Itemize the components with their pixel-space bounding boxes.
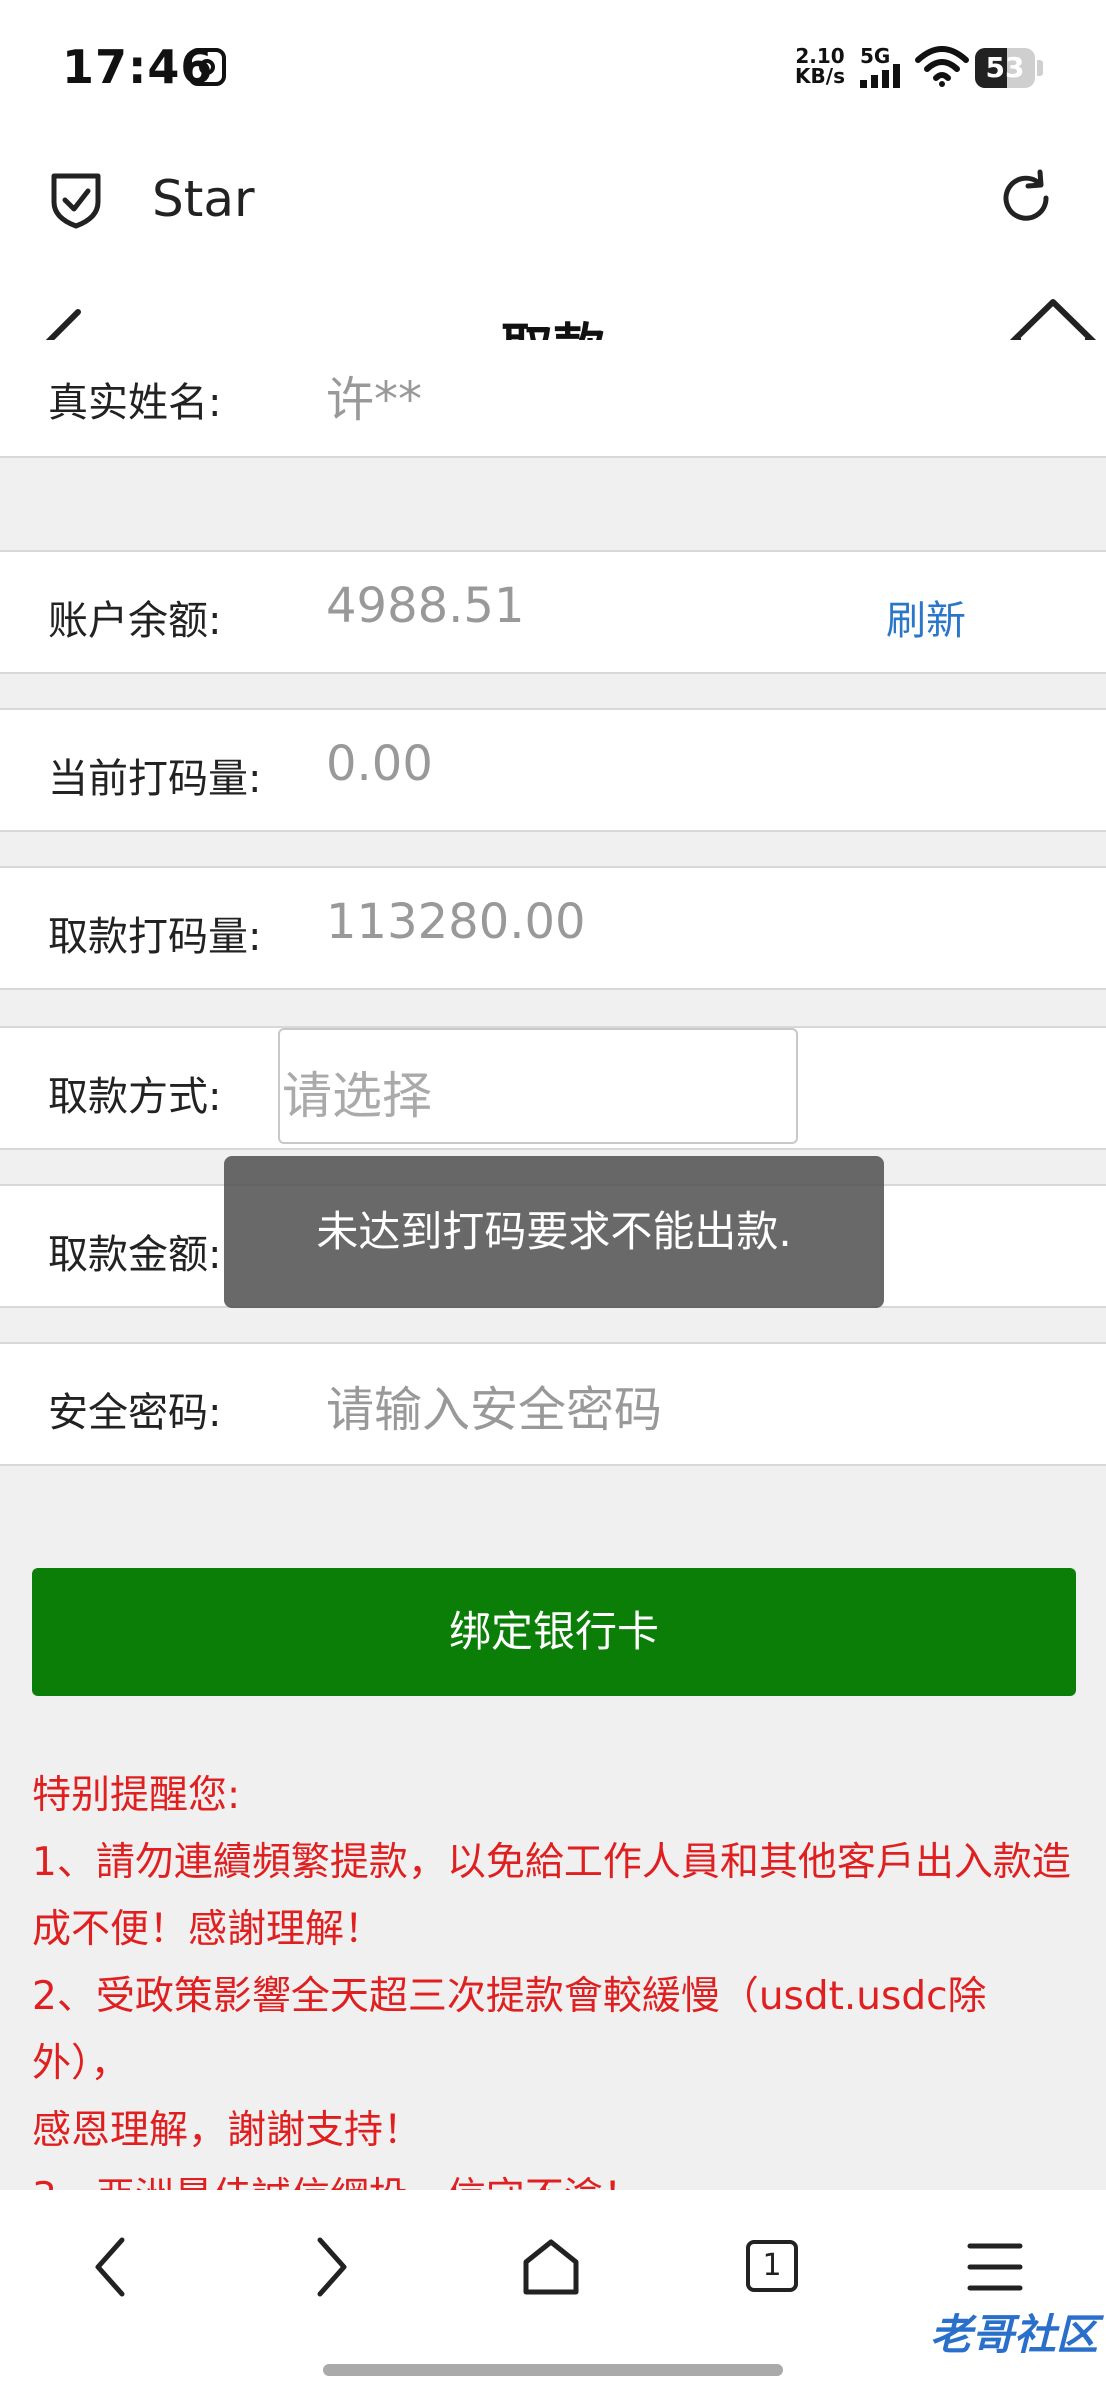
real-name-label: 真实姓名: bbox=[48, 380, 222, 426]
gesture-bar[interactable] bbox=[323, 2364, 783, 2376]
row-real-name: 真实姓名: 许** bbox=[0, 340, 1106, 458]
balance-value: 4988.51 bbox=[326, 578, 525, 634]
bind-bank-card-button[interactable]: 绑定银行卡 bbox=[32, 1568, 1076, 1696]
withdraw-bet-label: 取款打码量: bbox=[48, 914, 262, 960]
battery-cap bbox=[1037, 60, 1043, 76]
battery-icon: 53 bbox=[975, 48, 1035, 88]
withdraw-method-label: 取款方式: bbox=[48, 1074, 222, 1120]
wifi-icon bbox=[915, 46, 969, 87]
withdraw-form: 真实姓名: 许** 账户余额: 4988.51 刷新 当前打码量: 0.00 取… bbox=[0, 340, 1106, 1470]
nav-menu-icon[interactable] bbox=[966, 2240, 1024, 2294]
withdraw-bet-value: 113280.00 bbox=[326, 894, 586, 950]
notification-icon bbox=[188, 48, 226, 86]
real-name-value: 许** bbox=[326, 372, 423, 428]
row-security-password: 安全密码: 请输入安全密码 bbox=[0, 1342, 1106, 1466]
notice-text: 特别提醒您: 1、請勿連續頻繁提款，以免給工作人員和其他客戶出入款造 成不便！感… bbox=[32, 1762, 1082, 2231]
signal-icon bbox=[860, 64, 900, 88]
network-speed-value: 2.10 bbox=[795, 44, 845, 68]
site-title: Star bbox=[152, 170, 255, 228]
notice-line-1: 1、請勿連續頻繁提款，以免給工作人員和其他客戶出入款造 bbox=[32, 1840, 1071, 1885]
notice-line-2: 2、受政策影響全天超三次提款會較緩慢（usdt.usdc除外）， bbox=[32, 1974, 987, 2086]
refresh-balance-link[interactable]: 刷新 bbox=[886, 588, 966, 646]
network-speed: 2.10 KB/s bbox=[795, 46, 845, 86]
security-password-input[interactable]: 请输入安全密码 bbox=[326, 1370, 662, 1440]
current-bet-label: 当前打码量: bbox=[48, 756, 262, 802]
row-withdraw-bet: 取款打码量: 113280.00 bbox=[0, 866, 1106, 990]
notice-line-2b: 感恩理解，謝謝支持！ bbox=[32, 2108, 423, 2153]
row-balance: 账户余额: 4988.51 刷新 bbox=[0, 550, 1106, 674]
nav-back-icon[interactable] bbox=[90, 2236, 130, 2298]
nav-tabs-button[interactable]: 1 bbox=[746, 2240, 798, 2292]
watermark-logo: 老哥社区 bbox=[868, 2300, 1098, 2380]
reload-icon[interactable] bbox=[996, 168, 1056, 228]
toast-message: 未达到打码要求不能出款. bbox=[224, 1156, 884, 1308]
withdraw-method-placeholder: 请选择 bbox=[282, 1067, 432, 1125]
withdraw-method-select[interactable]: 请选择 bbox=[278, 1028, 798, 1144]
notice-title: 特别提醒您: bbox=[32, 1773, 241, 1818]
withdraw-amount-label: 取款金额: bbox=[48, 1232, 222, 1278]
nav-forward-icon[interactable] bbox=[312, 2236, 352, 2298]
network-speed-unit: KB/s bbox=[795, 64, 845, 88]
nav-home-icon[interactable] bbox=[520, 2236, 582, 2298]
balance-label: 账户余额: bbox=[48, 598, 222, 644]
current-bet-value: 0.00 bbox=[326, 736, 433, 792]
notice-line-1b: 成不便！感謝理解！ bbox=[32, 1907, 384, 1952]
shield-check-icon[interactable] bbox=[48, 168, 104, 230]
watermark-text: 老哥社区 bbox=[929, 2310, 1098, 2359]
battery-percent: 53 bbox=[985, 51, 1025, 84]
row-current-bet: 当前打码量: 0.00 bbox=[0, 708, 1106, 832]
security-password-label: 安全密码: bbox=[48, 1390, 222, 1436]
